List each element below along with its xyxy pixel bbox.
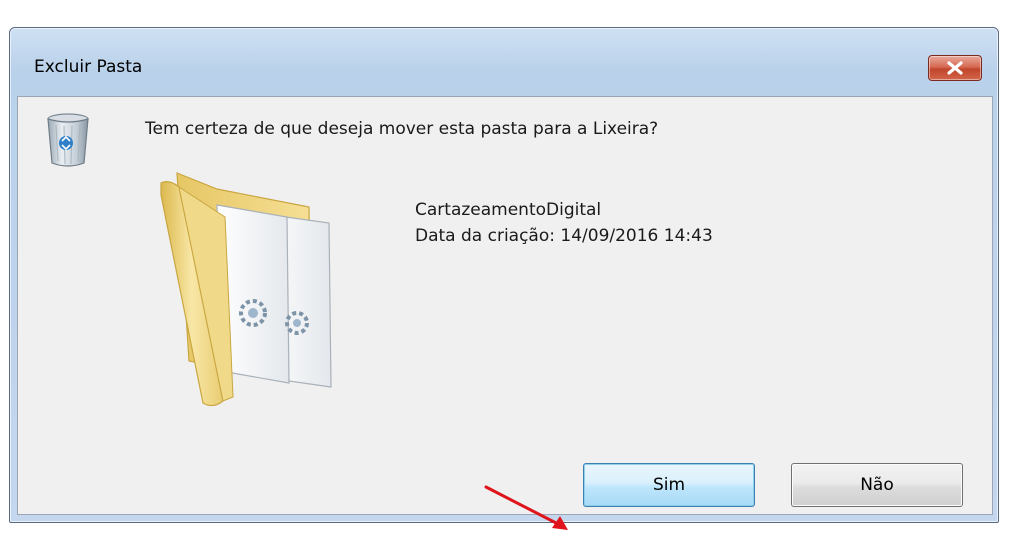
creation-date-value: 14/09/2016 14:43: [560, 226, 713, 246]
dialog-content: Tem certeza de que deseja mover esta pas…: [17, 96, 993, 530]
delete-folder-dialog: Excluir Pasta Tem certeza de que deseja …: [9, 27, 999, 530]
close-icon: [947, 61, 963, 75]
title-bar[interactable]: Excluir Pasta: [10, 28, 998, 96]
window-title: Excluir Pasta: [34, 57, 143, 77]
folder-name: CartazeamentoDigital: [415, 200, 602, 220]
yes-button[interactable]: Sim: [583, 463, 755, 507]
close-button[interactable]: [928, 55, 982, 81]
confirmation-question: Tem certeza de que deseja mover esta pas…: [145, 119, 659, 139]
no-button[interactable]: Não: [791, 463, 963, 507]
arrow-icon: [484, 485, 568, 530]
recycle-bin-icon: [47, 113, 89, 167]
creation-date-label: Data da criação:: [415, 226, 555, 246]
creation-date: Data da criação: 14/09/2016 14:43: [415, 226, 713, 246]
folder-icon: [160, 172, 332, 407]
